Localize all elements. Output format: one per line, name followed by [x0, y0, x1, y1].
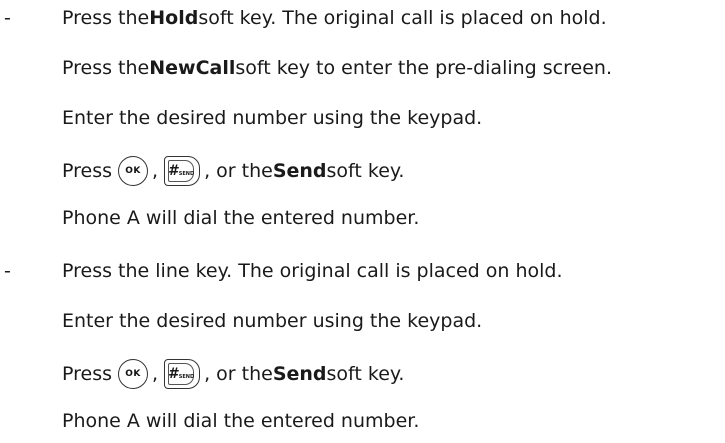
step-dial: Phone A will dial the entered number.	[62, 206, 419, 230]
hash-send-key-icon: # SEND	[164, 359, 201, 389]
step-press-send: Press OK , # SEND , or the Send soft key.	[62, 156, 404, 186]
text: Enter the desired number using the keypa…	[62, 107, 483, 129]
step-enter-number-2: Enter the desired number using the keypa…	[62, 309, 482, 333]
newcall-softkey-label: NewCall	[149, 57, 236, 79]
text: soft key.	[326, 160, 405, 182]
text: soft key.	[326, 363, 405, 385]
text: Press	[62, 160, 113, 182]
hash-send-key-icon: # SEND	[164, 156, 201, 186]
step-line-key: Press the line key. The original call is…	[62, 259, 563, 283]
send-softkey-label: Send	[272, 363, 327, 385]
text: soft key to enter the pre-dialing screen…	[235, 57, 612, 79]
bullet-dash-2: -	[4, 260, 11, 282]
text: Phone A will dial the entered number.	[62, 410, 420, 432]
text: Press the	[62, 7, 150, 29]
step-press-send-2: Press OK , # SEND , or the Send soft key.	[62, 359, 404, 389]
ok-key-icon: OK	[118, 359, 149, 389]
text: , or the	[204, 363, 273, 385]
text: soft key. The original call is placed on…	[198, 7, 607, 29]
text: ,	[152, 363, 159, 385]
text: Press the	[62, 57, 150, 79]
hold-softkey-label: Hold	[149, 7, 199, 29]
ok-key-icon: OK	[118, 156, 149, 186]
step-hold: Press the Hold soft key. The original ca…	[62, 6, 607, 30]
text: Press	[62, 363, 113, 385]
text: Press the line key. The original call is…	[62, 260, 563, 282]
bullet-dash-1: -	[4, 7, 11, 29]
text: ,	[152, 160, 159, 182]
text: Phone A will dial the entered number.	[62, 207, 420, 229]
step-newcall: Press the NewCall soft key to enter the …	[62, 56, 612, 80]
step-dial-2: Phone A will dial the entered number.	[62, 409, 419, 433]
text: Enter the desired number using the keypa…	[62, 310, 483, 332]
text: , or the	[204, 160, 273, 182]
step-enter-number: Enter the desired number using the keypa…	[62, 106, 482, 130]
send-softkey-label: Send	[272, 160, 327, 182]
